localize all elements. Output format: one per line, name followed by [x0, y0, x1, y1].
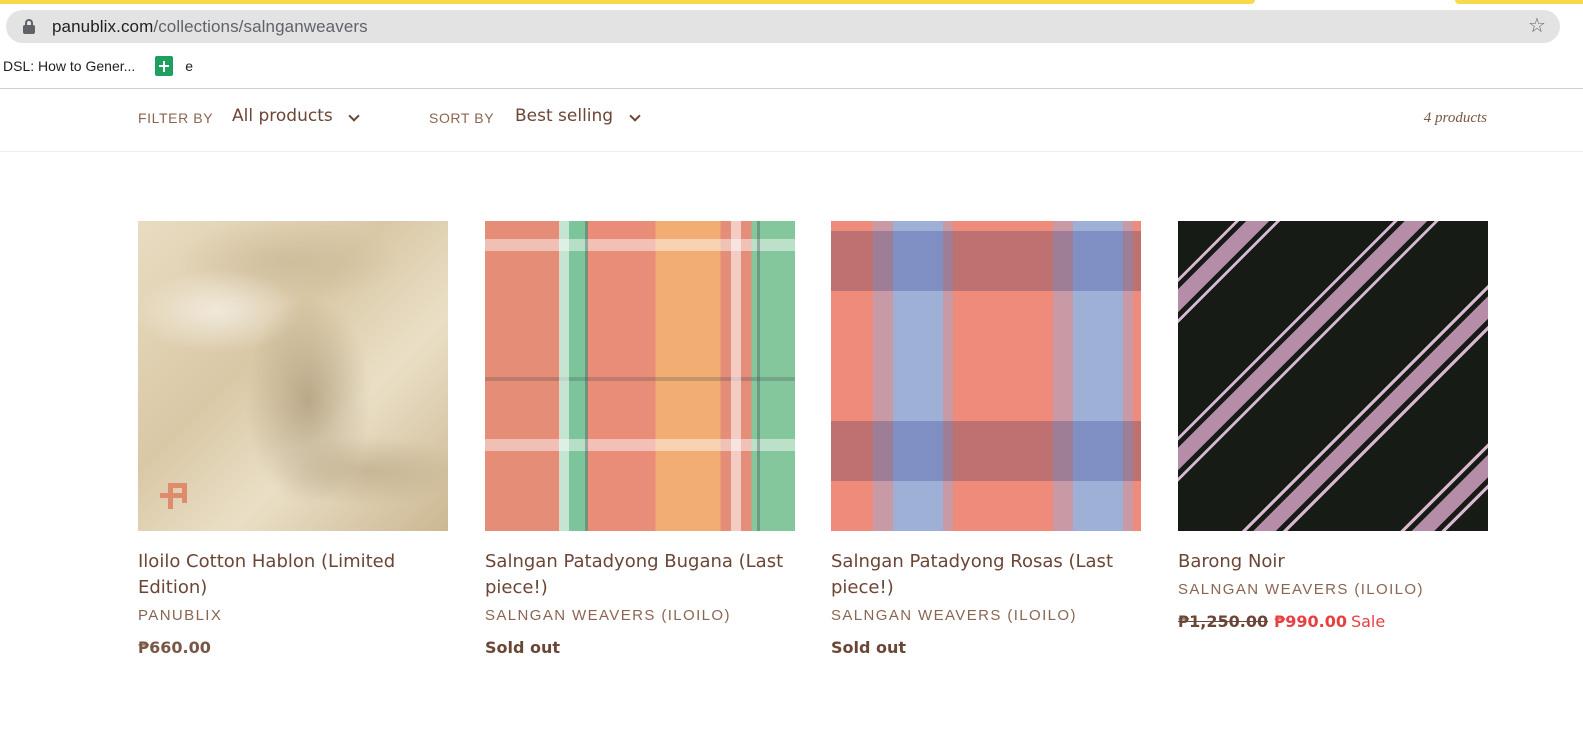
url-path: /collections/salnganweavers — [153, 16, 368, 36]
product-vendor: PANUBLIX — [138, 607, 223, 624]
chevron-down-icon — [629, 110, 641, 122]
product-card[interactable]: Barong Noir SALNGAN WEAVERS (ILOILO) ₱1,… — [1178, 221, 1488, 631]
product-card[interactable]: Salngan Patadyong Rosas (Last piece!) SA… — [831, 221, 1141, 657]
product-title[interactable]: Barong Noir — [1178, 549, 1488, 575]
product-image[interactable] — [1178, 221, 1488, 531]
page-loading-bar — [0, 0, 1583, 5]
product-image[interactable] — [831, 221, 1141, 531]
product-price: ₱1,250.00 ₱990.00 Sale — [1178, 612, 1488, 631]
sort-select-value: Best selling — [515, 106, 614, 126]
product-image[interactable] — [138, 221, 448, 531]
url-text[interactable]: panublix.com/collections/salnganweavers — [52, 17, 368, 37]
bookmark-label: e — [185, 58, 194, 74]
product-title[interactable]: Salngan Patadyong Rosas (Last piece!) — [831, 549, 1141, 601]
filter-select-value: All products — [232, 106, 333, 126]
lock-icon[interactable] — [23, 19, 35, 34]
filter-by-label: FILTER BY — [138, 110, 214, 126]
product-image[interactable] — [485, 221, 795, 531]
sale-price: ₱990.00 — [1274, 612, 1347, 631]
bookmark-item[interactable]: e — [155, 56, 193, 76]
product-count: 4 products — [1423, 110, 1487, 126]
bookmark-star-icon[interactable]: ☆ — [1526, 15, 1548, 37]
product-card[interactable]: Iloilo Cotton Hablon (Limited Edition) P… — [138, 221, 448, 657]
product-title[interactable]: Salngan Patadyong Bugana (Last piece!) — [485, 549, 795, 601]
panublix-logo-watermark — [156, 479, 194, 517]
bookmark-item[interactable]: DSL: How to Gener... — [3, 58, 135, 74]
product-card[interactable]: Salngan Patadyong Bugana (Last piece!) S… — [485, 221, 795, 657]
chevron-down-icon — [348, 110, 360, 122]
bookmark-label: DSL: How to Gener... — [3, 58, 136, 74]
product-title[interactable]: Iloilo Cotton Hablon (Limited Edition) — [138, 549, 448, 601]
filter-select[interactable]: All products — [232, 106, 362, 126]
loading-bar-segment — [1455, 0, 1583, 4]
sale-badge: Sale — [1350, 612, 1386, 631]
sold-out-label: Sold out — [831, 638, 907, 657]
product-vendor: SALNGAN WEAVERS (ILOILO) — [831, 607, 1077, 624]
bookmarks-bar: DSL: How to Gener... e — [0, 50, 193, 82]
product-vendor: SALNGAN WEAVERS (ILOILO) — [1178, 581, 1424, 598]
sold-out-label: Sold out — [485, 638, 561, 657]
product-price: ₱660.00 — [138, 638, 211, 657]
url-host: panublix.com — [52, 16, 154, 36]
original-price: ₱1,250.00 — [1178, 612, 1269, 631]
collection-filter-bar: FILTER BY All products SORT BY Best sell… — [0, 89, 1583, 152]
google-sheets-icon — [155, 56, 174, 76]
sort-select[interactable]: Best selling — [515, 106, 645, 126]
address-bar[interactable]: panublix.com/collections/salnganweavers … — [6, 10, 1560, 43]
product-vendor: SALNGAN WEAVERS (ILOILO) — [485, 607, 731, 624]
sort-by-label: SORT BY — [429, 110, 495, 126]
loading-bar-segment — [0, 0, 1255, 4]
